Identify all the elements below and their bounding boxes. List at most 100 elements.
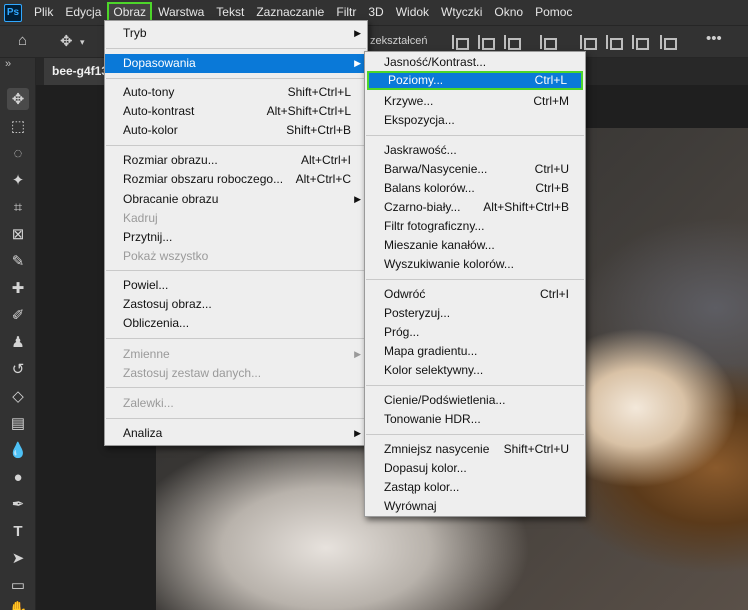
menu-item-variables: Zmienne ▶ [105,345,367,364]
more-options-icon[interactable]: ••• [706,30,722,47]
menu-item-posterize[interactable]: Posteryzuj... [365,304,585,323]
menu-item-hdr-toning[interactable]: Tonowanie HDR... [365,410,585,429]
menu-item-mode[interactable]: Tryb ▶ [105,24,367,43]
menu-file[interactable]: Plik [28,2,59,23]
align-bottom-icon[interactable] [606,35,623,50]
menu-item-gradient-map[interactable]: Mapa gradientu... [365,342,585,361]
menu-item-threshold[interactable]: Próg... [365,323,585,342]
frame-tool-icon[interactable]: ⊠ [7,223,29,245]
menu-separator [106,145,366,146]
align-hcenter-icon[interactable] [478,35,495,50]
menu-item-match-color[interactable]: Dopasuj kolor... [365,459,585,478]
image-menu-dropdown: Tryb ▶ Dopasowania ▶ Auto-tony Shift+Ctrl+L… [104,20,368,446]
menu-separator [366,135,584,136]
path-selection-tool-icon[interactable]: ➤ [7,547,29,569]
distribute-icon[interactable] [632,35,649,50]
menu-item-channel-mixer[interactable]: Mieszanie kanałów... [365,236,585,255]
menu-item-photo-filter[interactable]: Filtr fotograficzny... [365,217,585,236]
menu-item-levels[interactable]: Poziomy... Ctrl+L [367,71,583,90]
magic-wand-tool-icon[interactable]: ✦ [7,169,29,191]
menu-item-crop: Kadruj [123,211,158,225]
menu-plugins[interactable]: Wtyczki [435,2,488,23]
brush-tool-icon[interactable]: ✐ [7,304,29,326]
submenu-arrow-icon: ▶ [354,194,361,204]
move-tool-icon[interactable]: ✥ [7,88,29,110]
menu-item-hue-saturation[interactable]: Barwa/Nasycenie... Ctrl+U [365,160,585,179]
gradient-tool-icon[interactable]: ▤ [7,412,29,434]
menu-item-black-white[interactable]: Czarno-biały... Alt+Shift+Ctrl+B [365,198,585,217]
hand-tool-icon[interactable]: ✋ [7,598,29,610]
menu-item-invert[interactable]: Odwróć Ctrl+I [365,285,585,304]
menu-item-shadows-highlights[interactable]: Cienie/Podświetlenia... [365,391,585,410]
marquee-tool-icon[interactable]: ⬚ [7,115,29,137]
menu-separator [106,78,366,79]
pen-tool-icon[interactable]: ✒ [7,493,29,515]
menu-view[interactable]: Widok [390,2,435,23]
eyedropper-tool-icon[interactable]: ✎ [7,250,29,272]
menu-item-exposure[interactable]: Ekspozycja... [365,111,585,130]
menu-item-image-size[interactable]: Rozmiar obrazu... Alt+Ctrl+I [105,151,367,170]
menu-separator [106,48,366,49]
submenu-arrow-icon: ▶ [354,28,361,38]
move-tool-icon[interactable]: ✥ [60,32,73,50]
menu-item-canvas-size[interactable]: Rozmiar obszaru roboczego... Alt+Ctrl+C [105,170,367,189]
menu-item-calculations[interactable]: Obliczenia... [105,314,367,333]
photoshop-logo-icon: Ps [4,3,22,22]
dodge-tool-icon[interactable]: ● [7,466,29,488]
menu-item-adjustments[interactable]: Dopasowania ▶ [105,54,367,73]
home-icon[interactable]: ⌂ [18,32,27,49]
tools-panel: » ✥ ⬚ ◌ ✦ ⌗ ⊠ ✎ ✚ ✐ ♟ ↺ ◇ ▤ 💧 ● ✒ T ➤ ▭ … [0,58,36,610]
menu-item-auto-contrast[interactable]: Auto-kontrast Alt+Shift+Ctrl+L [105,102,367,121]
menu-separator [366,385,584,386]
menu-item-auto-color[interactable]: Auto-kolor Shift+Ctrl+B [105,121,367,140]
eraser-tool-icon[interactable]: ◇ [7,385,29,407]
submenu-arrow-icon: ▶ [354,58,361,68]
align-left-icon[interactable] [452,35,469,50]
lasso-tool-icon[interactable]: ◌ [7,142,29,164]
menu-item-duplicate[interactable]: Powiel... [105,276,367,295]
menu-item-trim[interactable]: Przytnij... [105,228,367,247]
menu-separator [106,270,366,271]
align-right-icon[interactable] [504,35,521,50]
menu-item-vibrance[interactable]: Jaskrawość... [365,141,585,160]
menu-item-reveal-all: Pokaż wszystko [123,249,209,263]
menu-item-color-lookup[interactable]: Wyszukiwanie kolorów... [365,255,585,274]
menu-item-apply-image[interactable]: Zastosuj obraz... [105,295,367,314]
menu-item-curves[interactable]: Krzywe... Ctrl+M [365,92,585,111]
menu-item-brightness-contrast[interactable]: Jasność/Kontrast... [365,53,585,72]
menu-item-desaturate[interactable]: Zmniejsz nasycenie Shift+Ctrl+U [365,440,585,459]
menu-help[interactable]: Pomoc [529,2,578,23]
menu-window[interactable]: Okno [488,2,529,23]
align-top-icon[interactable] [540,35,557,50]
align-vcenter-icon[interactable] [580,35,597,50]
submenu-arrow-icon: ▶ [354,428,361,438]
menu-separator [106,418,366,419]
menu-item-analysis[interactable]: Analiza ▶ [105,424,367,443]
menu-separator [366,279,584,280]
type-tool-icon[interactable]: T [7,520,29,542]
menu-item-trap: Zalewki... [123,396,174,410]
menu-edit[interactable]: Edycja [59,2,107,23]
healing-brush-tool-icon[interactable]: ✚ [7,277,29,299]
menu-item-apply-data-set: Zastosuj zestaw danych... [123,366,262,380]
chevron-down-icon[interactable]: ▾ [80,37,85,48]
transform-controls-label[interactable]: zekształceń [370,35,427,47]
menu-separator [106,338,366,339]
menu-item-equalize[interactable]: Wyrównaj [365,497,585,516]
menu-item-color-balance[interactable]: Balans kolorów... Ctrl+B [365,179,585,198]
menu-item-replace-color[interactable]: Zastąp kolor... [365,478,585,497]
adjustments-submenu: Jasność/Kontrast... Poziomy... Ctrl+L Krz… [364,51,586,517]
menu-separator [366,434,584,435]
menu-separator [106,387,366,388]
crop-tool-icon[interactable]: ⌗ [7,196,29,218]
collapse-panel-icon[interactable]: » [5,58,11,70]
distribute-spacing-icon[interactable] [660,35,677,50]
history-brush-tool-icon[interactable]: ↺ [7,358,29,380]
menu-item-auto-tone[interactable]: Auto-tony Shift+Ctrl+L [105,83,367,102]
menu-item-selective-color[interactable]: Kolor selektywny... [365,361,585,380]
rectangle-tool-icon[interactable]: ▭ [7,574,29,596]
clone-stamp-tool-icon[interactable]: ♟ [7,331,29,353]
submenu-arrow-icon: ▶ [354,349,361,359]
menu-item-image-rotation[interactable]: Obracanie obrazu ▶ [105,190,367,209]
blur-tool-icon[interactable]: 💧 [7,439,29,461]
